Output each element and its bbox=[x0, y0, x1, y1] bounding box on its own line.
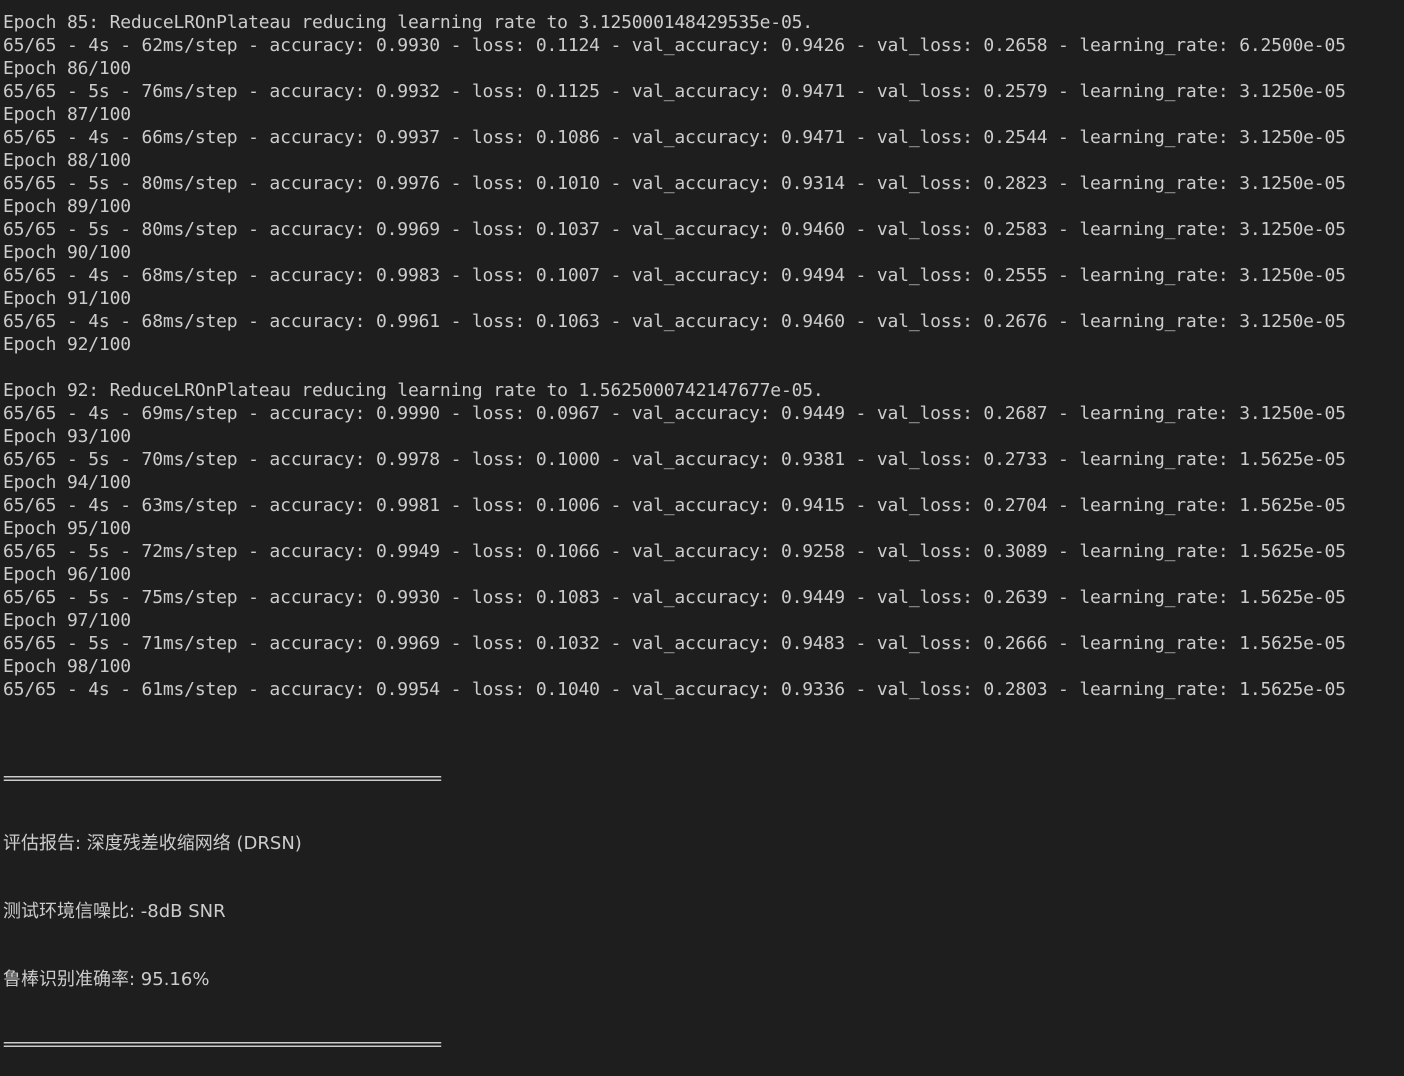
step-metrics-line: 65/65 - 5s - 72ms/step - accuracy: 0.994… bbox=[3, 541, 1346, 562]
epoch-header: Epoch 90/100 bbox=[3, 242, 131, 263]
epoch-header: Epoch 91/100 bbox=[3, 288, 131, 309]
evaluation-report: ========================================… bbox=[3, 727, 1403, 1076]
step-metrics-line: 65/65 - 4s - 63ms/step - accuracy: 0.998… bbox=[3, 495, 1346, 516]
step-metrics-line: 65/65 - 4s - 69ms/step - accuracy: 0.999… bbox=[3, 403, 1346, 424]
step-metrics-line: 65/65 - 5s - 75ms/step - accuracy: 0.993… bbox=[3, 587, 1346, 608]
epoch-header: Epoch 86/100 bbox=[3, 58, 131, 79]
lr-reduce-message: Epoch 92: ReduceLROnPlateau reducing lea… bbox=[3, 380, 824, 401]
epoch-header: Epoch 88/100 bbox=[3, 150, 131, 171]
step-metrics-line: 65/65 - 4s - 66ms/step - accuracy: 0.993… bbox=[3, 127, 1346, 148]
epoch-header: Epoch 98/100 bbox=[3, 656, 131, 677]
epoch-header: Epoch 97/100 bbox=[3, 610, 131, 631]
report-title: 评估报告: 深度残差收缩网络 (DRSN) bbox=[3, 833, 302, 854]
report-accuracy: 鲁棒识别准确率: 95.16% bbox=[3, 969, 210, 990]
epoch-header: Epoch 96/100 bbox=[3, 564, 131, 585]
step-metrics-line: 65/65 - 5s - 71ms/step - accuracy: 0.996… bbox=[3, 633, 1346, 654]
step-metrics-line: 65/65 - 4s - 68ms/step - accuracy: 0.996… bbox=[3, 311, 1346, 332]
report-separator-top: ========================================… bbox=[3, 768, 442, 789]
epoch-header: Epoch 87/100 bbox=[3, 104, 131, 125]
epoch-header: Epoch 92/100 bbox=[3, 334, 131, 355]
step-metrics-line: 65/65 - 5s - 80ms/step - accuracy: 0.997… bbox=[3, 173, 1346, 194]
report-snr: 测试环境信噪比: -8dB SNR bbox=[3, 901, 226, 922]
step-metrics-line: 65/65 - 5s - 80ms/step - accuracy: 0.996… bbox=[3, 219, 1346, 240]
terminal-log: Epoch 85: ReduceLROnPlateau reducing lea… bbox=[3, 11, 1403, 701]
epoch-header: Epoch 95/100 bbox=[3, 518, 131, 539]
epoch-header: Epoch 93/100 bbox=[3, 426, 131, 447]
report-separator-bottom: ========================================… bbox=[3, 1034, 442, 1055]
epoch-header: Epoch 94/100 bbox=[3, 472, 131, 493]
step-metrics-line: 65/65 - 4s - 68ms/step - accuracy: 0.998… bbox=[3, 265, 1346, 286]
step-metrics-line: 65/65 - 5s - 76ms/step - accuracy: 0.993… bbox=[3, 81, 1346, 102]
step-metrics-line: 65/65 - 4s - 61ms/step - accuracy: 0.995… bbox=[3, 679, 1346, 700]
epoch-header: Epoch 89/100 bbox=[3, 196, 131, 217]
step-metrics-line: 65/65 - 5s - 70ms/step - accuracy: 0.997… bbox=[3, 449, 1346, 470]
step-metrics-line: 65/65 - 4s - 62ms/step - accuracy: 0.993… bbox=[3, 35, 1346, 56]
lr-reduce-message: Epoch 85: ReduceLROnPlateau reducing lea… bbox=[3, 12, 813, 33]
